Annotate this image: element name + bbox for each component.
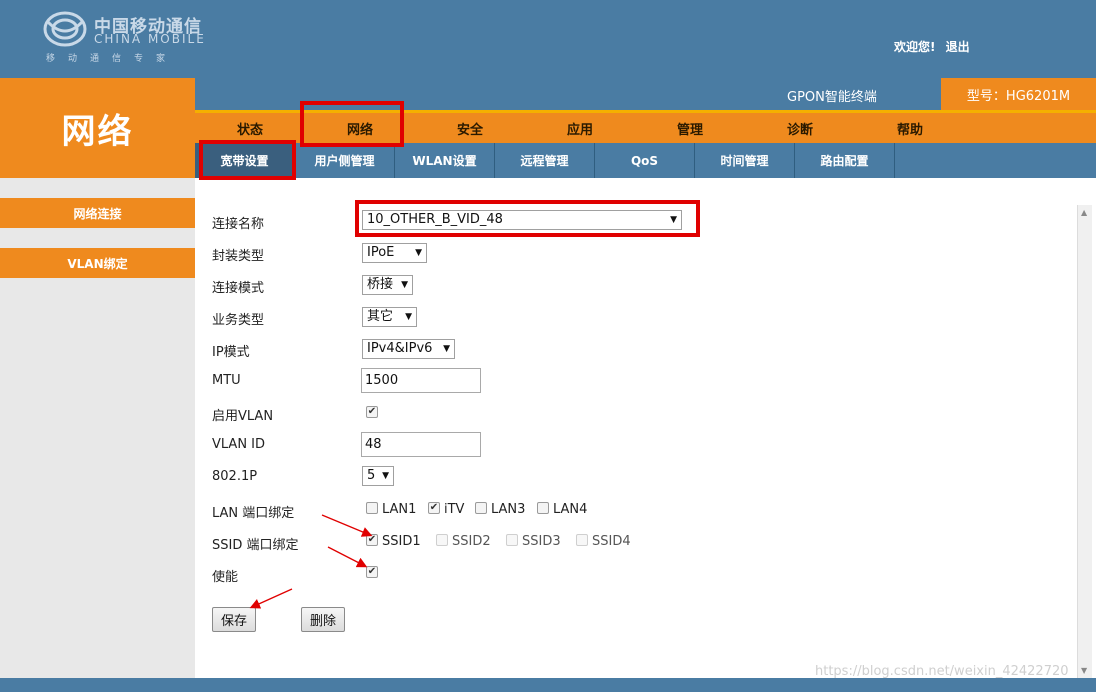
service-type-select[interactable]: 其它 ▼: [362, 307, 417, 327]
lan1-checkbox[interactable]: [366, 502, 378, 514]
tab-user-side-management[interactable]: 用户侧管理: [295, 143, 395, 178]
conn-name-label: 连接名称: [212, 217, 265, 232]
dot1p-select[interactable]: 5 ▼: [362, 466, 394, 486]
delete-button[interactable]: 删除: [301, 607, 345, 632]
top-header: 中国移动通信 CHINA MOBILE 移动通信专家 欢迎您! 退出: [0, 0, 1096, 78]
encap-type-label: 封装类型: [212, 249, 265, 264]
lan-bind-label: LAN 端口绑定: [212, 506, 295, 521]
ssid3-label: SSID3: [522, 534, 561, 549]
enable-checkbox[interactable]: ✔: [366, 566, 378, 578]
service-type-label: 业务类型: [212, 313, 265, 328]
ip-mode-select[interactable]: IPv4&IPv6 ▼: [362, 339, 455, 359]
vlan-id-label: VLAN ID: [212, 437, 266, 452]
menu-help[interactable]: 帮助: [855, 119, 965, 138]
ssid3-checkbox[interactable]: [506, 534, 518, 546]
dropdown-arrow-icon: ▼: [401, 280, 408, 290]
mtu-label: MTU: [212, 373, 241, 388]
welcome-text: 欢迎您!: [894, 40, 936, 54]
header-links: 欢迎您! 退出: [894, 38, 976, 55]
lan1-label: LAN1: [382, 502, 417, 517]
scroll-down-icon[interactable]: ▼: [1081, 666, 1087, 675]
sidebar: 网络连接 VLAN绑定: [0, 178, 195, 678]
vlan-enable-checkbox[interactable]: ✔: [366, 406, 378, 418]
dot1p-label: 802.1P: [212, 469, 258, 484]
logo-slogan: 移动通信专家: [46, 54, 179, 64]
scroll-up-icon[interactable]: ▲: [1081, 208, 1087, 217]
tab-broadband-settings[interactable]: 宽带设置: [195, 143, 295, 178]
menu-security[interactable]: 安全: [415, 119, 525, 138]
tab-time-management[interactable]: 时间管理: [695, 143, 795, 178]
save-button[interactable]: 保存: [212, 607, 256, 632]
dropdown-arrow-icon: ▼: [415, 248, 422, 258]
conn-name-value: 10_OTHER_B_VID_48: [367, 212, 503, 227]
conn-mode-value: 桥接: [367, 277, 394, 292]
china-mobile-logo: 中国移动通信 CHINA MOBILE 移动通信专家: [42, 10, 222, 66]
tab-qos[interactable]: QoS: [595, 143, 695, 178]
ssid4-checkbox[interactable]: [576, 534, 588, 546]
service-type-value: 其它: [367, 309, 394, 324]
device-name: GPON智能终端: [787, 90, 877, 105]
vlan-enable-label: 启用VLAN: [212, 409, 274, 424]
logout-link[interactable]: 退出: [946, 40, 970, 54]
device-model: 型号：HG6201M: [941, 78, 1096, 110]
sidebar-item-vlan-binding[interactable]: VLAN绑定: [0, 248, 195, 278]
tab-wlan-settings[interactable]: WLAN设置: [395, 143, 495, 178]
logo-text-en: CHINA MOBILE: [94, 32, 206, 46]
ssid-bind-label: SSID 端口绑定: [212, 538, 299, 553]
lan3-checkbox[interactable]: [475, 502, 487, 514]
lan3-label: LAN3: [491, 502, 526, 517]
china-mobile-logo-icon: [43, 11, 87, 47]
itv-label: iTV: [444, 502, 465, 517]
content-panel: [195, 178, 1096, 678]
watermark: https://blog.csdn.net/weixin_42422720: [815, 664, 1069, 679]
menu-status[interactable]: 状态: [195, 119, 305, 138]
dropdown-arrow-icon: ▼: [670, 215, 677, 225]
dropdown-arrow-icon: ▼: [382, 471, 389, 481]
ssid2-checkbox[interactable]: [436, 534, 448, 546]
conn-name-select[interactable]: 10_OTHER_B_VID_48 ▼: [362, 210, 682, 230]
ssid1-label: SSID1: [382, 534, 421, 549]
sidebar-item-network-connection[interactable]: 网络连接: [0, 198, 195, 228]
dropdown-arrow-icon: ▼: [443, 344, 450, 354]
dot1p-value: 5: [367, 468, 376, 483]
menu-diagnostics[interactable]: 诊断: [745, 119, 855, 138]
menu-application[interactable]: 应用: [525, 119, 635, 138]
bottom-bar: [0, 678, 1096, 692]
device-bar: GPON智能终端 型号：HG6201M: [195, 78, 1096, 110]
lan4-label: LAN4: [553, 502, 588, 517]
sub-menu: 宽带设置 用户侧管理 WLAN设置 远程管理 QoS 时间管理 路由配置: [195, 143, 1096, 178]
encap-type-value: IPoE: [367, 245, 395, 260]
lan4-checkbox[interactable]: [537, 502, 549, 514]
menu-network[interactable]: 网络: [305, 119, 415, 138]
ip-mode-label: IP模式: [212, 345, 250, 360]
mtu-input[interactable]: 1500: [361, 368, 481, 393]
enable-label: 使能: [212, 570, 239, 585]
menu-management[interactable]: 管理: [635, 119, 745, 138]
tab-remote-management[interactable]: 远程管理: [495, 143, 595, 178]
ssid4-label: SSID4: [592, 534, 631, 549]
conn-mode-label: 连接模式: [212, 281, 265, 296]
itv-checkbox[interactable]: ✔: [428, 502, 440, 514]
tab-routing-config[interactable]: 路由配置: [795, 143, 895, 178]
vertical-scrollbar[interactable]: ▲ ▼: [1077, 205, 1092, 678]
section-title: 网络: [0, 78, 195, 178]
ssid2-label: SSID2: [452, 534, 491, 549]
dropdown-arrow-icon: ▼: [405, 312, 412, 322]
vlan-id-input[interactable]: 48: [361, 432, 481, 457]
main-menu: 状态 网络 安全 应用 管理 诊断 帮助: [195, 113, 1096, 143]
conn-mode-select[interactable]: 桥接 ▼: [362, 275, 413, 295]
ip-mode-value: IPv4&IPv6: [367, 341, 433, 356]
ssid1-checkbox[interactable]: ✔: [366, 534, 378, 546]
encap-type-select[interactable]: IPoE ▼: [362, 243, 427, 263]
